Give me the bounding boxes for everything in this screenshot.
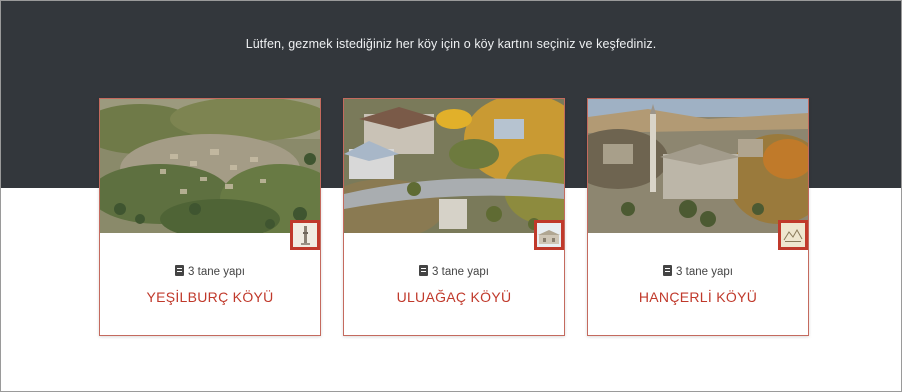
- building-facade-icon: [537, 223, 561, 247]
- building-count: 3 tane yapı: [588, 265, 808, 278]
- building-icon: [175, 265, 185, 276]
- village-name-link[interactable]: YEŞİLBURÇ KÖYÜ: [100, 289, 320, 305]
- page-frame: Lütfen, gezmek istediğiniz her köy için …: [0, 0, 902, 392]
- village-card-hancerli[interactable]: 3 tane yapı HANÇERLİ KÖYÜ: [587, 98, 809, 336]
- village-name-link[interactable]: ULUAĞAÇ KÖYÜ: [344, 289, 564, 305]
- building-count: 3 tane yapı: [100, 265, 320, 278]
- village-thumbnail[interactable]: [778, 220, 808, 250]
- minaret-icon: [293, 223, 317, 247]
- village-photo: [588, 99, 808, 233]
- building-icon: [663, 265, 673, 276]
- village-photo: [344, 99, 564, 233]
- village-thumbnail[interactable]: [534, 220, 564, 250]
- village-card-yesilburc[interactable]: 3 tane yapı YEŞİLBURÇ KÖYÜ: [99, 98, 321, 336]
- village-name-link[interactable]: HANÇERLİ KÖYÜ: [588, 289, 808, 305]
- intro-text: Lütfen, gezmek istediğiniz her köy için …: [245, 37, 657, 51]
- building-count: 3 tane yapı: [344, 265, 564, 278]
- village-card-uluagac[interactable]: 3 tane yapı ULUAĞAÇ KÖYÜ: [343, 98, 565, 336]
- village-thumbnail[interactable]: [290, 220, 320, 250]
- village-photo: [100, 99, 320, 233]
- drawing-sketch-icon: [781, 223, 805, 247]
- building-icon: [419, 265, 429, 276]
